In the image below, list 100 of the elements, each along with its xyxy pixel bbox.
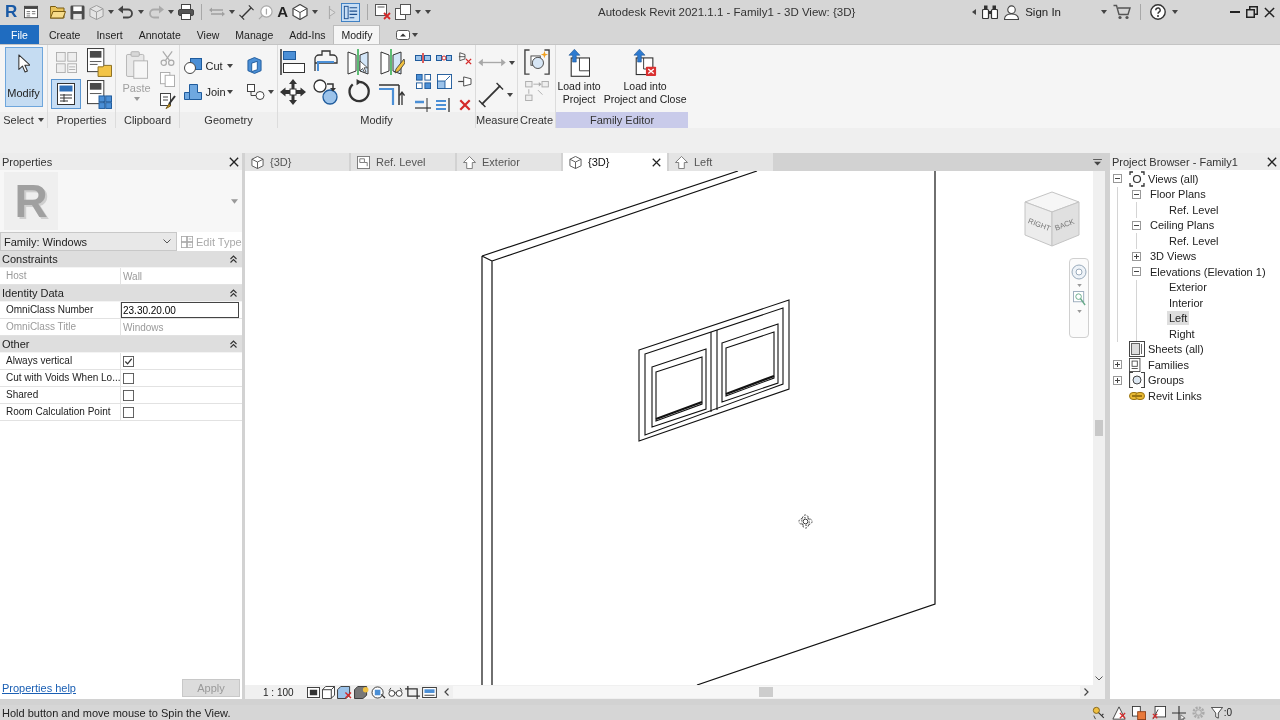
expand-box-icon[interactable] [1113,360,1122,370]
scrollbar-thumb[interactable] [759,687,773,697]
collapse-box-icon[interactable] [1113,174,1122,184]
user-icon[interactable] [1004,4,1020,20]
close-icon[interactable] [1264,6,1275,18]
collapse-box-icon[interactable] [1132,220,1141,230]
text-tool[interactable]: A [277,4,289,20]
print-icon[interactable] [178,4,195,20]
collapse-box-icon[interactable] [1132,267,1141,277]
cut-button[interactable]: Cut [183,57,224,74]
wall[interactable] [481,171,936,685]
diagonal-dimension-icon[interactable] [478,82,504,108]
ribbon-tab[interactable]: Annotate [130,25,189,44]
grid-squares-icon[interactable] [415,74,431,89]
pin-icon[interactable] [457,76,473,87]
panel-menu[interactable]: Select [0,112,47,128]
sheet-square-icon[interactable] [1131,705,1146,720]
tree-item[interactable]: Views (all) [1146,171,1201,186]
close-icon[interactable] [1267,156,1277,167]
view-scale[interactable]: 1 : 100 [263,686,307,698]
caret-icon[interactable] [267,90,274,94]
triangle-cross-icon[interactable] [1111,705,1126,720]
caret-icon[interactable] [226,90,233,94]
tree-item[interactable]: Ref. Level [1167,202,1221,217]
scrollbar-thumb[interactable] [1095,420,1103,436]
chevron-right-icon[interactable] [1084,688,1089,696]
type-selector[interactable]: Family: Windows [0,232,177,251]
checkbox[interactable] [123,372,134,384]
outline-shape-icon[interactable] [313,49,339,73]
switch-windows-icon[interactable] [395,4,412,20]
ribbon-tab[interactable]: Create [40,25,89,44]
tree-item[interactable]: Right [1167,326,1197,341]
expand-box-icon[interactable] [1113,375,1122,385]
tree-item[interactable]: Elevations (Elevation 1) [1148,264,1268,279]
tree-item[interactable]: Ref. Level [1167,233,1221,248]
input-field[interactable]: 23.30.20.00 [121,302,239,318]
properties-palette-icon[interactable] [51,79,81,109]
caret-icon[interactable] [1101,10,1107,14]
cube-outline-icon[interactable] [322,685,335,699]
caret-icon[interactable] [168,10,175,14]
bracket-shapes-icon[interactable] [523,49,550,75]
document-tab[interactable]: Ref. Level [351,153,455,171]
pin-square-icon[interactable] [1151,705,1166,720]
document-tab[interactable]: {3D} [245,153,349,171]
caret-icon[interactable] [507,93,513,97]
ribbon-tab[interactable]: Insert [88,25,131,44]
checkbox[interactable] [123,355,134,367]
caret-icon[interactable] [312,10,319,14]
cube-face-icon[interactable] [246,57,262,74]
thin-lines-icon[interactable] [341,2,361,22]
zoom-icon[interactable] [1072,291,1086,306]
caret-icon[interactable] [412,33,419,37]
group-header[interactable]: Other [0,336,242,353]
checkbox[interactable] [123,406,134,418]
mirror-cursor-icon[interactable] [346,49,372,75]
tree-item[interactable]: Sheets (all) [1146,342,1206,357]
document-tab[interactable]: {3D} [563,153,667,171]
application-window-icon[interactable] [24,5,39,19]
horizontal-scrollbar[interactable] [444,685,1089,699]
window-panel-icon[interactable] [422,686,437,698]
align-bars-icon[interactable] [280,49,306,75]
restore-icon[interactable] [1246,6,1258,18]
eyeglasses-icon[interactable] [388,686,403,698]
help-icon[interactable] [1150,4,1166,20]
properties-help-link[interactable]: Properties help [2,682,76,694]
ribbon-tab[interactable]: Modify [333,25,381,44]
expand-box-icon[interactable] [1132,251,1141,261]
caret-icon[interactable] [108,10,115,14]
key-icon[interactable] [1091,705,1106,720]
caret-icon[interactable] [226,63,233,68]
rotate-arrow-icon[interactable] [346,79,371,104]
four-tiles-icon[interactable] [55,52,77,73]
shapes-link-icon[interactable] [246,84,265,100]
document-tab[interactable]: Left [669,153,773,171]
caret-icon[interactable] [229,10,236,14]
sheet-brush-icon[interactable] [159,93,176,109]
four-way-arrow-icon[interactable] [280,79,306,105]
window[interactable] [638,299,790,442]
join-button[interactable]: Join [183,84,224,100]
group-header[interactable]: Constraints [0,251,242,268]
trim-lines-icon[interactable] [415,98,431,112]
close-windows-icon[interactable] [375,4,392,20]
split-gap-icon[interactable] [436,53,452,63]
chevron-left-icon[interactable] [444,688,449,696]
ribbon-tab[interactable]: Add-Ins [281,25,334,44]
cart-icon[interactable] [1113,4,1131,20]
sun-cube-icon[interactable] [354,685,369,699]
ribbon-tab[interactable]: View [188,25,228,44]
app-logo[interactable]: R [5,3,18,21]
vertical-scrollbar[interactable] [1093,171,1105,685]
ribbon-tab[interactable]: Manage [227,25,282,44]
circles-arrow-icon[interactable] [313,79,339,105]
collapse-box-icon[interactable] [1132,189,1141,199]
tree-item[interactable]: Families [1146,357,1191,372]
aligned-dimension-icon[interactable] [239,4,255,20]
ribbon-toggle-icon[interactable] [396,30,411,40]
sheet-folder-icon[interactable] [86,48,112,77]
filled-frame-icon[interactable] [307,686,320,698]
cube-view-icon[interactable] [292,4,309,20]
modify-button[interactable]: Modify [4,47,43,107]
